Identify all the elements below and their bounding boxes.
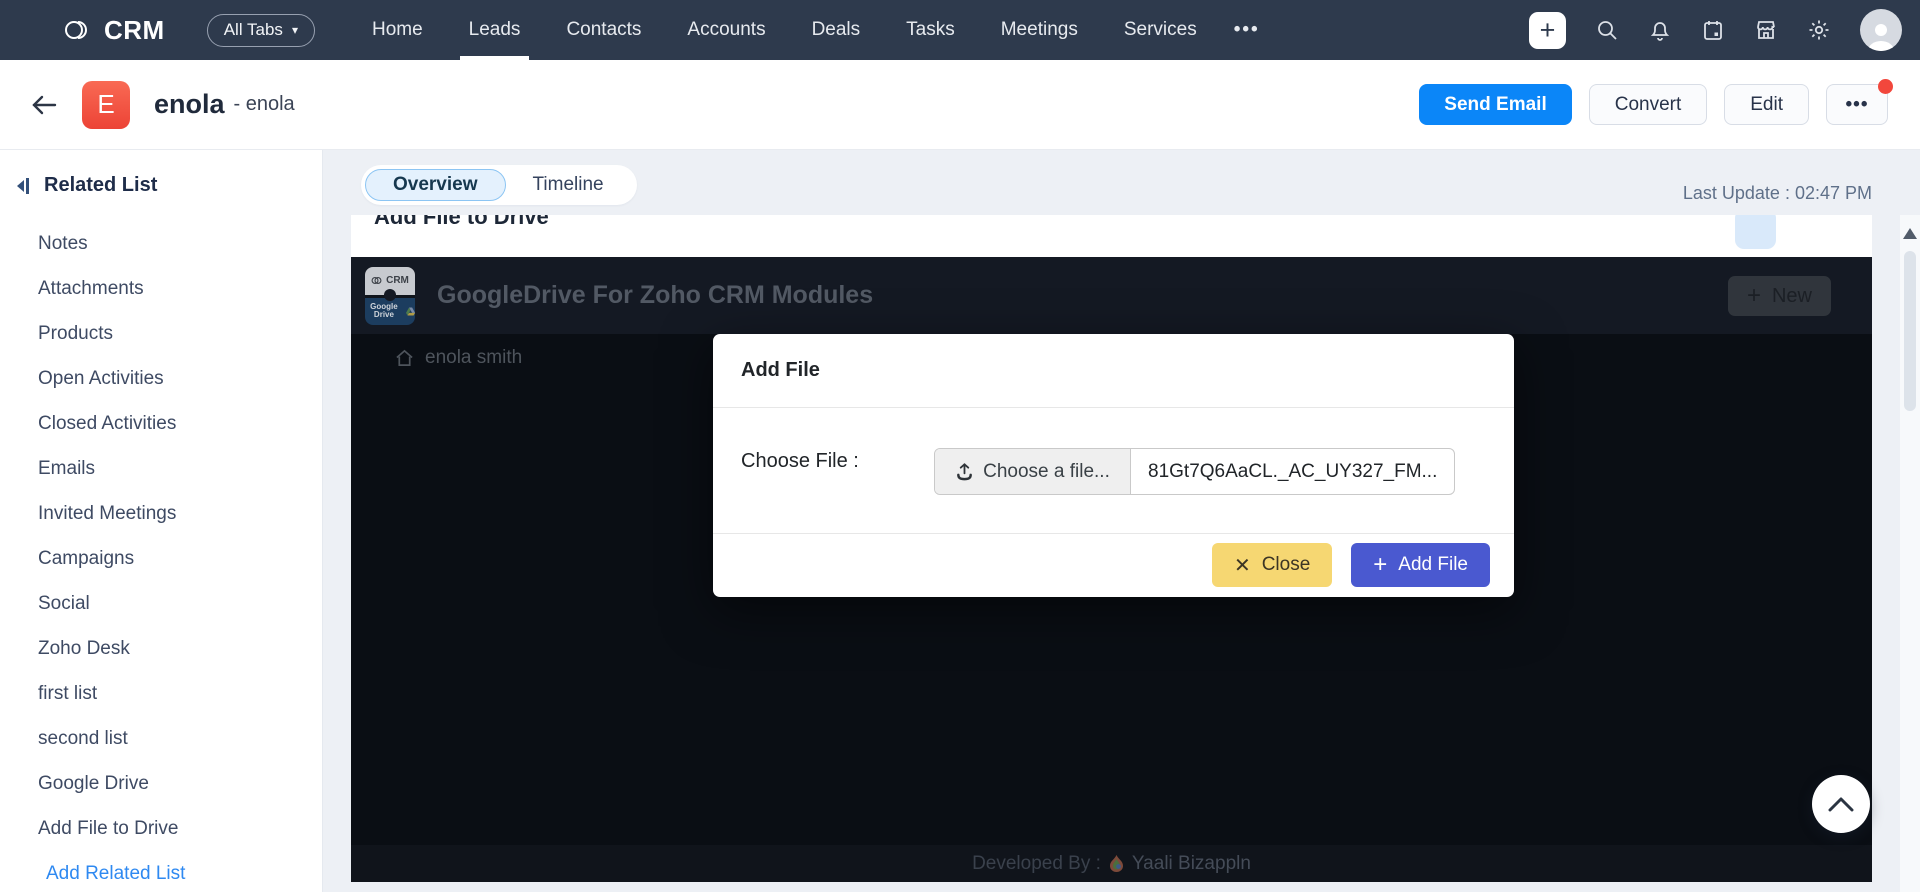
navbar-icons: + xyxy=(1529,9,1920,51)
nav-tab-accounts[interactable]: Accounts xyxy=(664,0,788,60)
notifications-bell-icon[interactable] xyxy=(1648,18,1672,42)
nav-tab-tasks[interactable]: Tasks xyxy=(883,0,978,60)
sidebar-item-social[interactable]: Social xyxy=(0,581,322,626)
tab-overview[interactable]: Overview xyxy=(365,169,506,201)
modal-body: Choose File : Choose a file... 81Gt7Q6Aa… xyxy=(713,408,1514,534)
scrollbar-thumb[interactable] xyxy=(1904,251,1916,411)
sidebar-item-second-list[interactable]: second list xyxy=(0,716,322,761)
plus-icon: + xyxy=(1747,286,1761,306)
widget-footer: Developed By : Yaali Bizappln xyxy=(351,845,1872,882)
sidebar-item-attachments[interactable]: Attachments xyxy=(0,266,322,311)
widget-record-row: enola smith xyxy=(395,347,522,369)
scroll-to-top-button[interactable] xyxy=(1812,775,1870,833)
new-file-button[interactable]: + New xyxy=(1728,276,1831,316)
logo-drive-text: Google Drive xyxy=(365,303,403,319)
record-avatar: E xyxy=(82,81,130,129)
plus-icon: + xyxy=(1373,551,1387,579)
sidebar-item-google-drive[interactable]: Google Drive xyxy=(0,761,322,806)
marketplace-icon[interactable] xyxy=(1754,18,1778,42)
sidebar-item-closed-activities[interactable]: Closed Activities xyxy=(0,401,322,446)
sidebar-item-products[interactable]: Products xyxy=(0,311,322,356)
quick-create-button[interactable]: + xyxy=(1529,12,1566,49)
close-button[interactable]: ✕ Close xyxy=(1212,543,1332,587)
nav-tab-services[interactable]: Services xyxy=(1101,0,1220,60)
scroll-up-arrow-icon[interactable] xyxy=(1903,228,1917,239)
zoho-crm-app: CRM All Tabs ▾ Home Leads Contacts Accou… xyxy=(0,0,1920,892)
sidebar-item-open-activities[interactable]: Open Activities xyxy=(0,356,322,401)
sidebar-item-add-file-to-drive[interactable]: Add File to Drive xyxy=(0,806,322,851)
sidebar-item-notes[interactable]: Notes xyxy=(0,221,322,266)
collapse-sidebar-icon[interactable] xyxy=(15,177,31,195)
brand: CRM xyxy=(63,15,165,46)
widget-record-name: enola smith xyxy=(425,347,522,369)
sidebar-item-campaigns[interactable]: Campaigns xyxy=(0,536,322,581)
related-list-sidebar: Related List Notes Attachments Products … xyxy=(0,150,323,892)
sidebar-item-invited-meetings[interactable]: Invited Meetings xyxy=(0,491,322,536)
section-heading: Add File to Drive xyxy=(374,215,549,230)
modal-footer: ✕ Close + Add File xyxy=(713,534,1514,596)
top-navbar: CRM All Tabs ▾ Home Leads Contacts Accou… xyxy=(0,0,1920,60)
tab-timeline[interactable]: Timeline xyxy=(506,169,631,201)
vertical-scrollbar[interactable] xyxy=(1900,215,1920,892)
caret-down-icon: ▾ xyxy=(292,23,298,37)
more-modules-icon[interactable]: ••• xyxy=(1234,19,1260,41)
last-update-text: Last Update : 02:47 PM xyxy=(1683,183,1872,204)
module-nav: Home Leads Contacts Accounts Deals Tasks… xyxy=(349,0,1220,60)
calendar-icon[interactable] xyxy=(1701,18,1725,42)
choose-file-label: Choose File : xyxy=(741,450,859,473)
sidebar-item-first-list[interactable]: first list xyxy=(0,671,322,716)
related-list-items: Notes Attachments Products Open Activiti… xyxy=(0,221,322,892)
add-file-modal: Add File Choose File : Choose a file... … xyxy=(713,334,1514,597)
all-tabs-label: All Tabs xyxy=(224,20,283,40)
more-dots-icon: ••• xyxy=(1846,94,1869,116)
settings-gear-icon[interactable] xyxy=(1807,18,1831,42)
choose-file-button[interactable]: Choose a file... xyxy=(935,449,1131,494)
all-tabs-dropdown[interactable]: All Tabs ▾ xyxy=(207,14,315,47)
nav-tab-leads[interactable]: Leads xyxy=(446,0,544,60)
user-avatar[interactable] xyxy=(1860,9,1902,51)
section-action-button[interactable] xyxy=(1735,215,1776,249)
sidebar-header: Related List xyxy=(0,150,322,197)
yaali-logo-icon xyxy=(1109,855,1124,872)
nav-tab-contacts[interactable]: Contacts xyxy=(543,0,664,60)
close-x-icon: ✕ xyxy=(1234,553,1251,578)
nav-tab-home[interactable]: Home xyxy=(349,0,446,60)
file-input-group: Choose a file... 81Gt7Q6AaCL._AC_UY327_F… xyxy=(934,448,1455,495)
drive-triangle-icon xyxy=(406,306,415,317)
view-tabs: Overview Timeline xyxy=(361,165,637,205)
selected-filename: 81Gt7Q6AaCL._AC_UY327_FM... xyxy=(1131,449,1454,494)
search-icon[interactable] xyxy=(1595,18,1619,42)
modal-title: Add File xyxy=(713,334,1514,408)
home-icon xyxy=(395,349,414,367)
developed-by-text: Developed By : xyxy=(972,853,1101,875)
record-title: enola xyxy=(154,89,225,120)
more-actions-button[interactable]: ••• xyxy=(1826,84,1888,125)
upload-icon xyxy=(955,462,974,481)
send-email-button[interactable]: Send Email xyxy=(1419,84,1571,125)
logo-crm-text: CRM xyxy=(386,275,409,286)
back-arrow-icon[interactable] xyxy=(28,93,58,117)
record-subtitle: - enola xyxy=(234,93,295,116)
sidebar-title: Related List xyxy=(44,174,157,197)
brand-title: CRM xyxy=(104,15,165,46)
record-header: E enola - enola Send Email Convert Edit … xyxy=(0,60,1920,150)
convert-button[interactable]: Convert xyxy=(1589,84,1708,125)
nav-tab-meetings[interactable]: Meetings xyxy=(978,0,1101,60)
footer-brand-text: Yaali Bizappln xyxy=(1132,853,1251,875)
widget-title: GoogleDrive For Zoho CRM Modules xyxy=(437,281,873,310)
sidebar-item-emails[interactable]: Emails xyxy=(0,446,322,491)
google-drive-crm-logo: CRM Google Drive xyxy=(365,267,415,325)
add-related-list-link[interactable]: Add Related List xyxy=(0,851,322,892)
record-actions: Send Email Convert Edit ••• xyxy=(1419,84,1920,125)
widget-header: CRM Google Drive GoogleDrive For Zoho CR… xyxy=(351,257,1872,334)
add-file-button[interactable]: + Add File xyxy=(1351,543,1490,587)
sidebar-item-zoho-desk[interactable]: Zoho Desk xyxy=(0,626,322,671)
edit-button[interactable]: Edit xyxy=(1724,84,1809,125)
zoho-logo-icon xyxy=(63,19,93,41)
nav-tab-deals[interactable]: Deals xyxy=(789,0,884,60)
notification-dot xyxy=(1878,79,1893,94)
